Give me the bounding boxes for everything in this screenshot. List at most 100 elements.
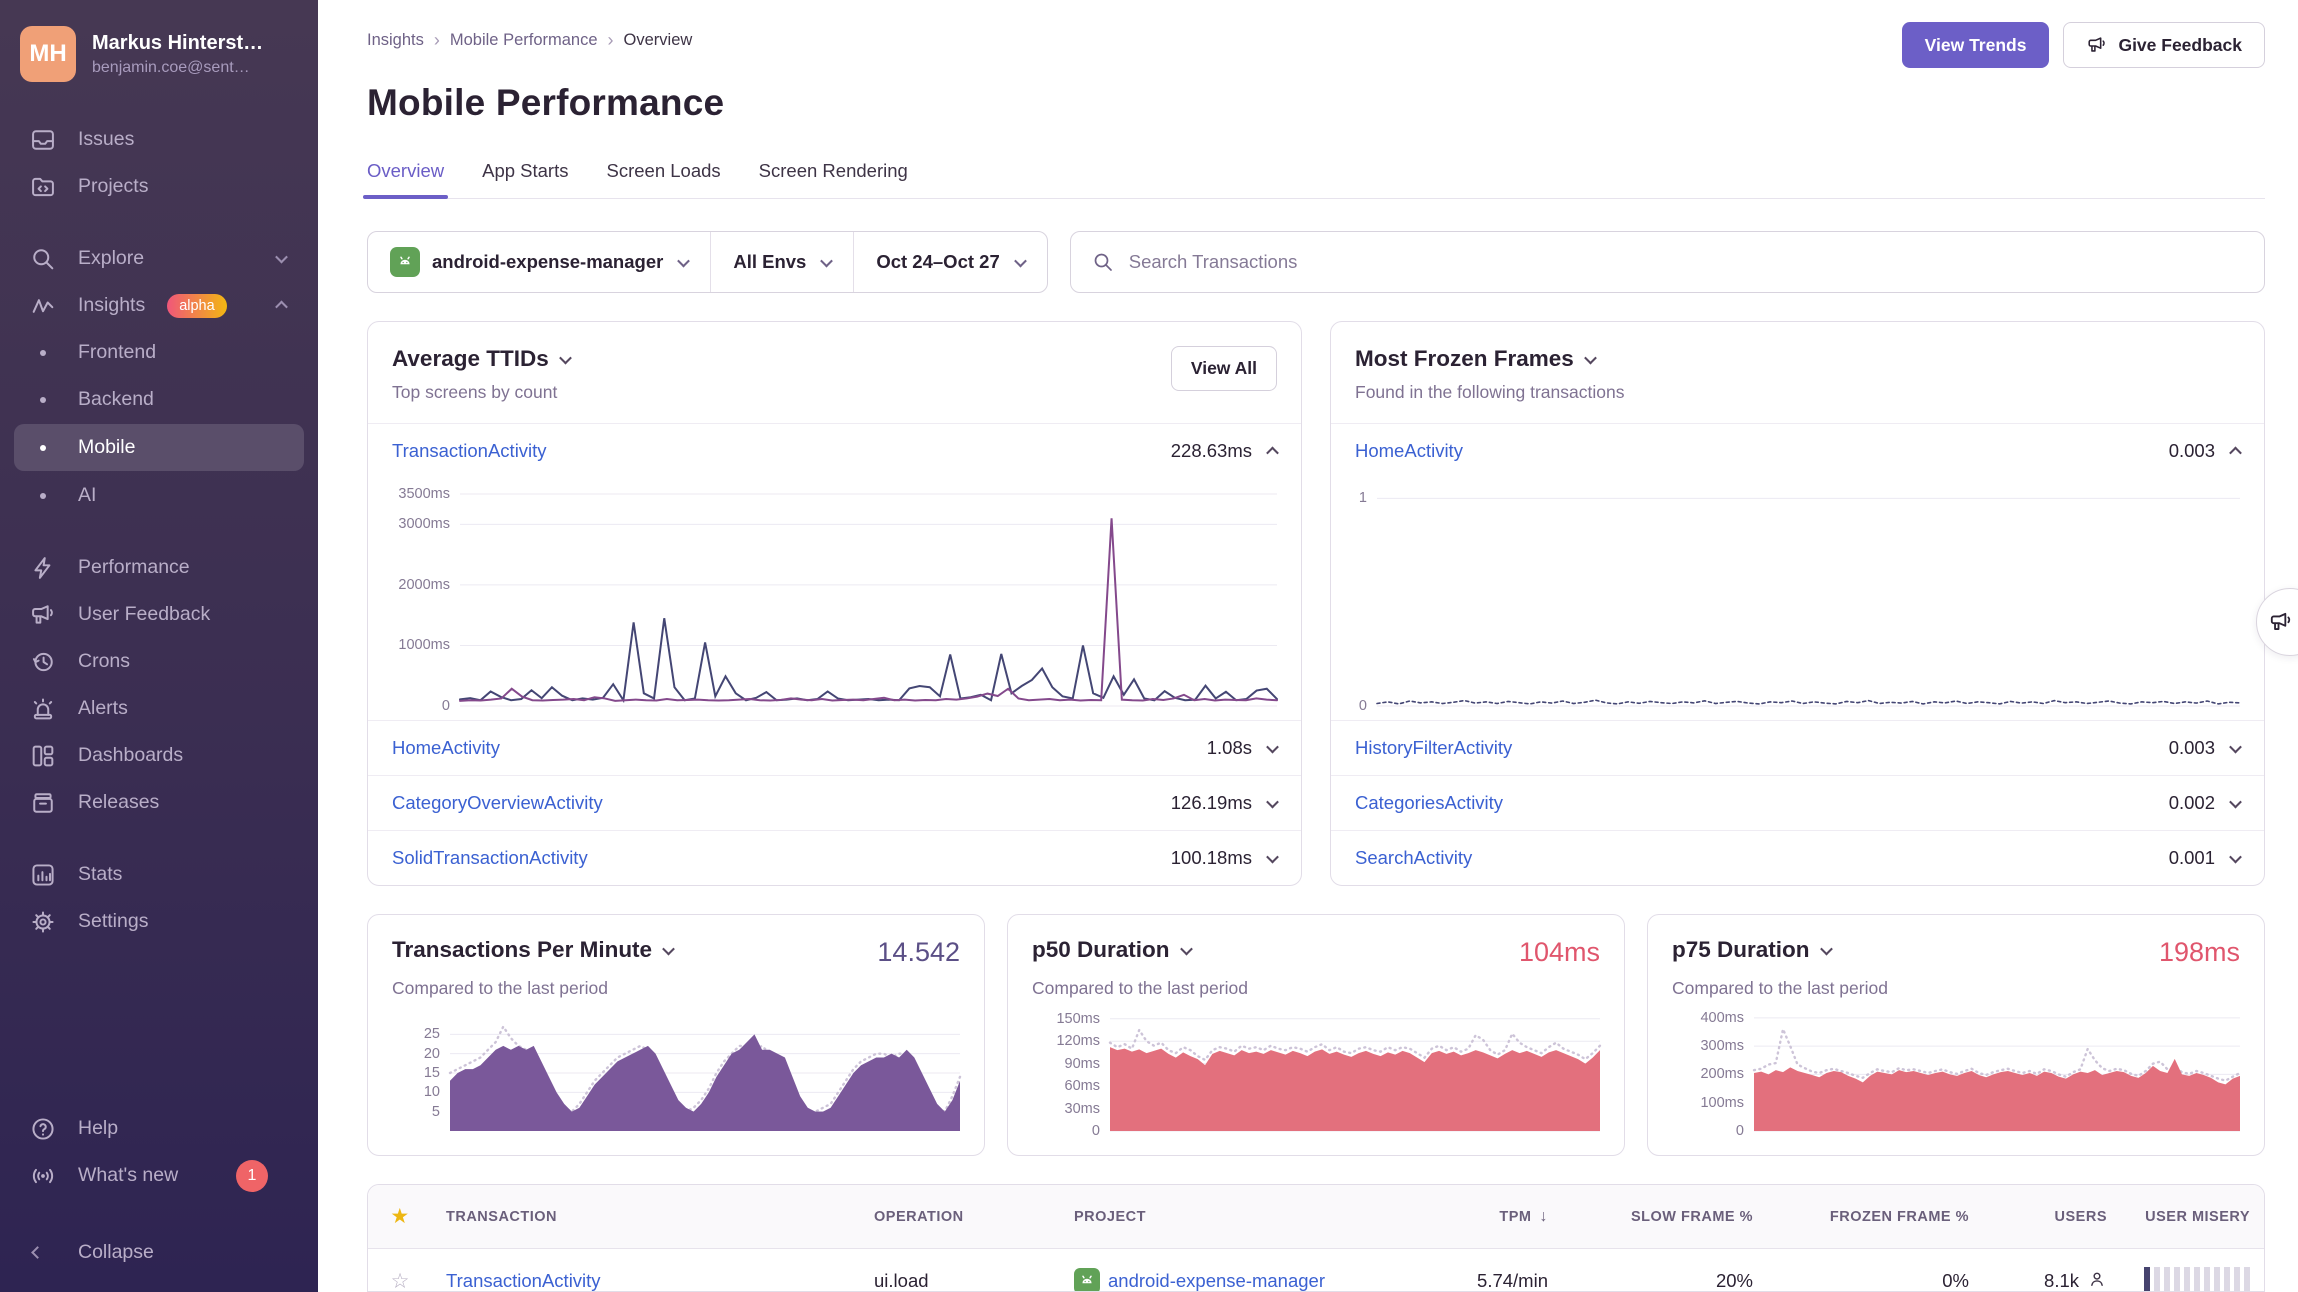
transaction-link[interactable]: HomeActivity: [1355, 440, 1463, 462]
chevron-up-icon[interactable]: [1266, 446, 1279, 459]
panel-title-row[interactable]: Transactions Per Minute: [392, 937, 673, 963]
gear-icon: [28, 907, 58, 937]
android-project-icon: [1074, 1268, 1100, 1292]
sidebar-item-backend[interactable]: Backend: [0, 376, 318, 423]
p75-value: 198ms: [2159, 937, 2240, 968]
chevron-down-icon[interactable]: [1266, 850, 1279, 863]
screen-value: 126.19ms: [1171, 792, 1252, 814]
panel-title-row[interactable]: p50 Duration: [1032, 937, 1191, 963]
sidebar-item-whats-new[interactable]: What's new 1: [0, 1152, 318, 1199]
project-link[interactable]: android-expense-manager: [1108, 1270, 1325, 1292]
sidebar-item-label: Performance: [78, 556, 190, 579]
chevron-down-icon[interactable]: [2229, 850, 2242, 863]
sidebar-item-stats[interactable]: Stats: [0, 851, 318, 898]
clock-icon: [28, 647, 58, 677]
p50-value: 104ms: [1519, 937, 1600, 968]
user-name: Markus Hinterst…: [92, 32, 263, 55]
breadcrumb-mobile-performance[interactable]: Mobile Performance: [450, 31, 598, 50]
sidebar-item-issues[interactable]: Issues: [0, 116, 318, 163]
transaction-link[interactable]: SearchActivity: [1355, 847, 1472, 869]
panel-title-row[interactable]: Most Frozen Frames: [1355, 346, 1624, 372]
screen-row: CategoryOverviewActivity 126.19ms: [368, 775, 1301, 830]
sidebar-item-crons[interactable]: Crons: [0, 638, 318, 685]
sidebar-item-frontend[interactable]: Frontend: [0, 329, 318, 376]
panel-title-row[interactable]: Average TTIDs: [392, 346, 570, 372]
tab-app-starts[interactable]: App Starts: [482, 160, 568, 198]
screen-row: TransactionActivity 228.63ms: [368, 423, 1301, 478]
chevron-down-icon[interactable]: [2229, 740, 2242, 753]
sidebar-item-insights[interactable]: Insights alpha: [0, 282, 318, 329]
tab-screen-rendering[interactable]: Screen Rendering: [759, 160, 908, 198]
sidebar-item-settings[interactable]: Settings: [0, 898, 318, 945]
star-outline-icon[interactable]: ☆: [368, 1269, 432, 1292]
lightning-icon: [28, 553, 58, 583]
project-filter[interactable]: android-expense-manager: [368, 232, 710, 292]
breadcrumb-insights[interactable]: Insights: [367, 31, 424, 50]
sidebar-item-performance[interactable]: Performance: [0, 544, 318, 591]
date-range-filter[interactable]: Oct 24–Oct 27: [853, 232, 1046, 292]
broadcast-icon: [28, 1161, 58, 1191]
column-operation[interactable]: OPERATION: [860, 1209, 1060, 1225]
megaphone-icon: [2086, 34, 2108, 56]
chevron-down-icon: [559, 351, 572, 364]
sidebar-item-explore[interactable]: Explore: [0, 235, 318, 282]
transaction-link[interactable]: HistoryFilterActivity: [1355, 737, 1512, 759]
column-frozen-frame[interactable]: FROZEN FRAME %: [1767, 1209, 1983, 1225]
column-project[interactable]: PROJECT: [1060, 1209, 1390, 1225]
user-menu[interactable]: MH Markus Hinterst… benjamin.coe@sent…: [0, 0, 318, 102]
screen-row: HomeActivity 1.08s: [368, 720, 1301, 775]
screen-link[interactable]: CategoryOverviewActivity: [392, 792, 603, 814]
screen-link[interactable]: HomeActivity: [392, 737, 500, 759]
chevron-down-icon: [1584, 351, 1597, 364]
sidebar-item-user-feedback[interactable]: User Feedback: [0, 591, 318, 638]
chevron-down-icon[interactable]: [1266, 795, 1279, 808]
p50-duration-panel: p50 Duration 104ms Compared to the last …: [1007, 914, 1625, 1156]
sidebar-item-label: What's new: [78, 1164, 178, 1187]
sidebar-item-help[interactable]: Help: [0, 1105, 318, 1152]
column-slow-frame[interactable]: SLOW FRAME %: [1562, 1209, 1767, 1225]
sidebar-nav: Issues Projects Explore Insights alpha: [0, 116, 318, 945]
chevron-down-icon[interactable]: [2229, 795, 2242, 808]
column-user-misery[interactable]: USER MISERY: [2121, 1209, 2264, 1225]
tab-bar: Overview App Starts Screen Loads Screen …: [367, 160, 2265, 199]
chevron-down-icon[interactable]: [1266, 740, 1279, 753]
environment-filter[interactable]: All Envs: [710, 232, 853, 292]
user-misery-bars: [2144, 1267, 2251, 1292]
p75-duration-panel: p75 Duration 198ms Compared to the last …: [1647, 914, 2265, 1156]
p75-chart: 400ms300ms200ms100ms0: [1672, 1015, 2240, 1131]
screen-row: SolidTransactionActivity 100.18ms: [368, 830, 1301, 885]
transaction-value: 0.001: [2169, 847, 2215, 869]
column-users[interactable]: USERS: [1983, 1209, 2121, 1225]
bar-chart-icon: [28, 860, 58, 890]
view-trends-button[interactable]: View Trends: [1902, 22, 2050, 68]
sidebar-item-projects[interactable]: Projects: [0, 163, 318, 210]
sidebar-item-label: Crons: [78, 650, 130, 673]
panel-title: Most Frozen Frames: [1355, 346, 1574, 372]
sidebar-item-dashboards[interactable]: Dashboards: [0, 732, 318, 779]
sidebar-item-mobile[interactable]: Mobile: [14, 424, 304, 471]
frozen-frame-cell: 0%: [1767, 1270, 1983, 1292]
search-transactions-input[interactable]: [1129, 251, 2244, 273]
sidebar-item-releases[interactable]: Releases: [0, 779, 318, 826]
column-label: TPM: [1499, 1209, 1531, 1225]
panel-title-row[interactable]: p75 Duration: [1672, 937, 1831, 963]
star-filled-icon[interactable]: ★: [368, 1204, 432, 1229]
tab-screen-loads[interactable]: Screen Loads: [607, 160, 721, 198]
give-feedback-button[interactable]: Give Feedback: [2063, 22, 2265, 68]
column-tpm[interactable]: TPM ↓: [1390, 1208, 1562, 1226]
users-count: 8.1k: [2044, 1270, 2079, 1292]
screen-link[interactable]: SolidTransactionActivity: [392, 847, 588, 869]
sidebar-item-label: Settings: [78, 910, 148, 933]
sidebar-item-ai[interactable]: AI: [0, 472, 318, 519]
sidebar-collapse-button[interactable]: Collapse: [0, 1229, 318, 1276]
screen-link[interactable]: TransactionActivity: [392, 440, 547, 462]
transaction-link[interactable]: CategoriesActivity: [1355, 792, 1503, 814]
view-all-button[interactable]: View All: [1171, 346, 1277, 391]
chevron-up-icon[interactable]: [2229, 446, 2242, 459]
sidebar-item-label: Releases: [78, 791, 159, 814]
sidebar-item-alerts[interactable]: Alerts: [0, 685, 318, 732]
transaction-link[interactable]: TransactionActivity: [446, 1270, 601, 1292]
user-misery-cell: [2121, 1267, 2264, 1292]
tab-overview[interactable]: Overview: [367, 160, 444, 198]
column-transaction[interactable]: TRANSACTION: [432, 1209, 860, 1225]
